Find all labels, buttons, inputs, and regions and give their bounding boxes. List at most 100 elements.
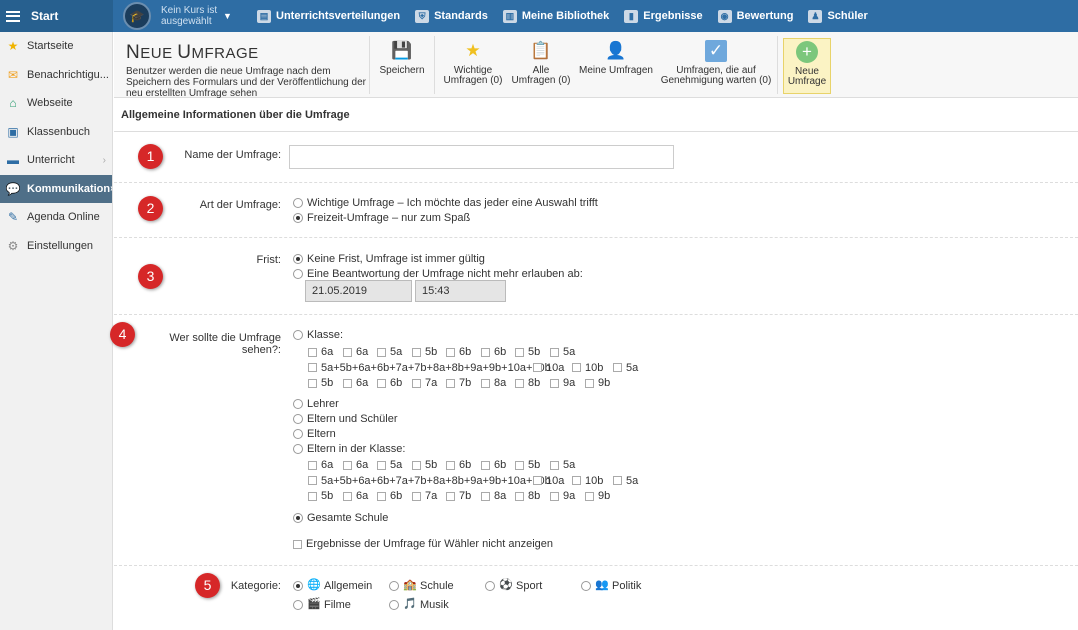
sidebar-item-agenda-online[interactable]: ✎ Agenda Online: [0, 203, 112, 232]
class-checkbox[interactable]: 7a: [412, 490, 437, 502]
course-selector[interactable]: 🎓 Kein Kurs ist ausgewählt ▼: [123, 2, 253, 30]
audience-gesamte-radio[interactable]: Gesamte Schule: [293, 512, 388, 524]
class-checkbox[interactable]: 5a: [613, 475, 638, 487]
class-checkbox[interactable]: 10b: [572, 475, 603, 487]
class-checkbox[interactable]: 5a: [550, 346, 575, 358]
category-politik-radio[interactable]: 👥 Politik: [581, 578, 641, 594]
sidebar-item-benachrichtigungen[interactable]: ✉ Benachrichtigu...: [0, 61, 112, 90]
class-checkbox[interactable]: 6b: [377, 490, 402, 502]
sidebar-item-startseite[interactable]: ★ Startseite: [0, 32, 112, 61]
nav-ergebnisse[interactable]: ▮ Ergebnisse: [624, 9, 703, 23]
class-checkbox[interactable]: 5b: [412, 346, 437, 358]
checkbox-icon: [343, 460, 352, 470]
checkbox-label: 6b: [459, 459, 472, 471]
class-checkbox[interactable]: 9b: [585, 490, 610, 502]
category-allgemein-radio[interactable]: 🌐 Allgemein: [293, 578, 372, 594]
all-surveys-button[interactable]: 📋 Alle Umfragen (0): [510, 38, 572, 94]
nav-schueler[interactable]: ♟ Schüler: [808, 9, 868, 23]
nav-standards[interactable]: ⛨ Standards: [415, 9, 488, 23]
ball-icon: ⚽: [499, 579, 513, 591]
class-checkbox[interactable]: 6a: [343, 490, 368, 502]
class-checkbox[interactable]: 5b: [308, 377, 333, 389]
audience-eltern-radio[interactable]: Eltern: [293, 428, 336, 440]
sidebar-item-einstellungen[interactable]: ⚙ Einstellungen: [0, 232, 112, 261]
start-menu-button[interactable]: Start: [0, 0, 113, 32]
class-checkbox[interactable]: 8a: [481, 490, 506, 502]
category-musik-radio[interactable]: 🎵 Musik: [389, 597, 449, 613]
pending-approval-button[interactable]: ✓ Umfragen, die auf Genehmigung warten (0): [660, 38, 772, 94]
nav-bewertung[interactable]: ◉ Bewertung: [717, 9, 793, 23]
deadline-date-radio[interactable]: Eine Beantwortung der Umfrage nicht mehr…: [293, 268, 583, 280]
category-filme-radio[interactable]: 🎬 Filme: [293, 597, 351, 613]
my-surveys-button[interactable]: 👤 Meine Umfragen: [576, 38, 656, 94]
class-checkbox[interactable]: 8b: [515, 490, 540, 502]
class-checkbox[interactable]: 5a+5b+6a+6b+7a+7b+8a+8b+9a+9b+10a+10b: [308, 362, 551, 374]
class-checkbox[interactable]: 5a+5b+6a+6b+7a+7b+8a+8b+9a+9b+10a+10b: [308, 475, 551, 487]
class-checkbox[interactable]: 6b: [446, 459, 471, 471]
type-leisure-radio[interactable]: Freizeit-Umfrage – nur zum Spaß: [293, 212, 470, 224]
class-checkbox[interactable]: 7b: [446, 377, 471, 389]
checkbox-label: 8b: [528, 377, 541, 389]
class-checkbox[interactable]: 8b: [515, 377, 540, 389]
class-checkbox[interactable]: 5b: [515, 346, 540, 358]
radio-icon: [389, 600, 399, 610]
sidebar-item-label: Webseite: [27, 97, 73, 110]
class-checkbox[interactable]: 6b: [481, 346, 506, 358]
nav-unterrichtsverteilungen[interactable]: ▤ Unterrichtsverteilungen: [257, 9, 401, 23]
nav-label: Unterrichtsverteilungen: [276, 10, 401, 22]
important-surveys-button[interactable]: ★ Wichtige Umfragen (0): [440, 38, 506, 94]
class-checkbox[interactable]: 5b: [412, 459, 437, 471]
audience-eltern-schueler-radio[interactable]: Eltern und Schüler: [293, 413, 398, 425]
deadline-date-field[interactable]: 21.05.2019: [305, 280, 412, 302]
category-schule-radio[interactable]: 🏫 Schule: [389, 578, 454, 594]
sidebar-item-webseite[interactable]: ⌂ Webseite: [0, 89, 112, 118]
checkbox-label: 8a: [494, 377, 507, 389]
class-checkbox[interactable]: 5b: [308, 490, 333, 502]
class-checkbox[interactable]: 5a: [550, 459, 575, 471]
hide-results-checkbox[interactable]: Ergebnisse der Umfrage für Wähler nicht …: [293, 538, 553, 550]
type-important-radio[interactable]: Wichtige Umfrage – Ich möchte das jeder …: [293, 197, 598, 209]
audience-eltern-klasse-radio[interactable]: Eltern in der Klasse:: [293, 443, 405, 455]
course-label: Kein Kurs ist ausgewählt: [161, 5, 218, 27]
radio-label: Eine Beantwortung der Umfrage nicht mehr…: [307, 268, 583, 280]
class-checkbox[interactable]: 6b: [446, 346, 471, 358]
class-checkbox[interactable]: 5a: [377, 459, 402, 471]
class-checkbox[interactable]: 5b: [515, 459, 540, 471]
class-checkbox[interactable]: 5a: [613, 362, 638, 374]
survey-name-input[interactable]: [289, 145, 674, 169]
class-checkbox[interactable]: 9a: [550, 490, 575, 502]
class-checkbox[interactable]: 6a: [308, 346, 333, 358]
class-checkbox[interactable]: 6a: [308, 459, 333, 471]
sidebar-item-unterricht[interactable]: ▬ Unterricht ›: [0, 146, 112, 175]
class-checkbox[interactable]: 7a: [412, 377, 437, 389]
class-checkbox[interactable]: 10b: [572, 362, 603, 374]
class-checkbox[interactable]: 6b: [377, 377, 402, 389]
sidebar-item-kommunikation[interactable]: 💬 Kommunikation›: [0, 174, 112, 203]
class-checkbox[interactable]: 8a: [481, 377, 506, 389]
class-checkbox[interactable]: 5a: [377, 346, 402, 358]
class-checkbox[interactable]: 7b: [446, 490, 471, 502]
deadline-time-field[interactable]: 15:43: [415, 280, 506, 302]
save-button[interactable]: 💾 Speichern: [376, 38, 428, 94]
class-checkbox[interactable]: 6a: [343, 377, 368, 389]
class-checkbox[interactable]: 10a: [533, 475, 564, 487]
class-checkbox[interactable]: 9b: [585, 377, 610, 389]
class-checkbox[interactable]: 6a: [343, 346, 368, 358]
category-sport-radio[interactable]: ⚽ Sport: [485, 578, 542, 594]
sidebar-item-klassenbuch[interactable]: ▣ Klassenbuch: [0, 118, 112, 147]
radio-label: Freizeit-Umfrage – nur zum Spaß: [307, 212, 471, 224]
class-checkbox[interactable]: 9a: [550, 377, 575, 389]
nav-meine-bibliothek[interactable]: ▥ Meine Bibliothek: [502, 9, 609, 23]
class-checkbox[interactable]: 6b: [481, 459, 506, 471]
audience-klasse-radio[interactable]: Klasse:: [293, 329, 343, 341]
class-checkbox[interactable]: 6a: [343, 459, 368, 471]
class-checkbox[interactable]: 10a: [533, 362, 564, 374]
top-nav: ▤ Unterrichtsverteilungen ⛨ Standards ▥ Mei…: [257, 0, 883, 32]
deadline-none-radio[interactable]: Keine Frist, Umfrage ist immer gültig: [293, 253, 485, 265]
new-survey-button[interactable]: + Neue Umfrage: [783, 38, 831, 94]
checkbox-icon: [308, 378, 317, 388]
audience-lehrer-radio[interactable]: Lehrer: [293, 398, 339, 410]
radio-label: Wichtige Umfrage – Ich möchte das jeder …: [307, 197, 598, 209]
type-section: 2 Art der Umfrage: Wichtige Umfrage – Ic…: [114, 183, 1078, 238]
radio-label: Gesamte Schule: [307, 512, 389, 524]
